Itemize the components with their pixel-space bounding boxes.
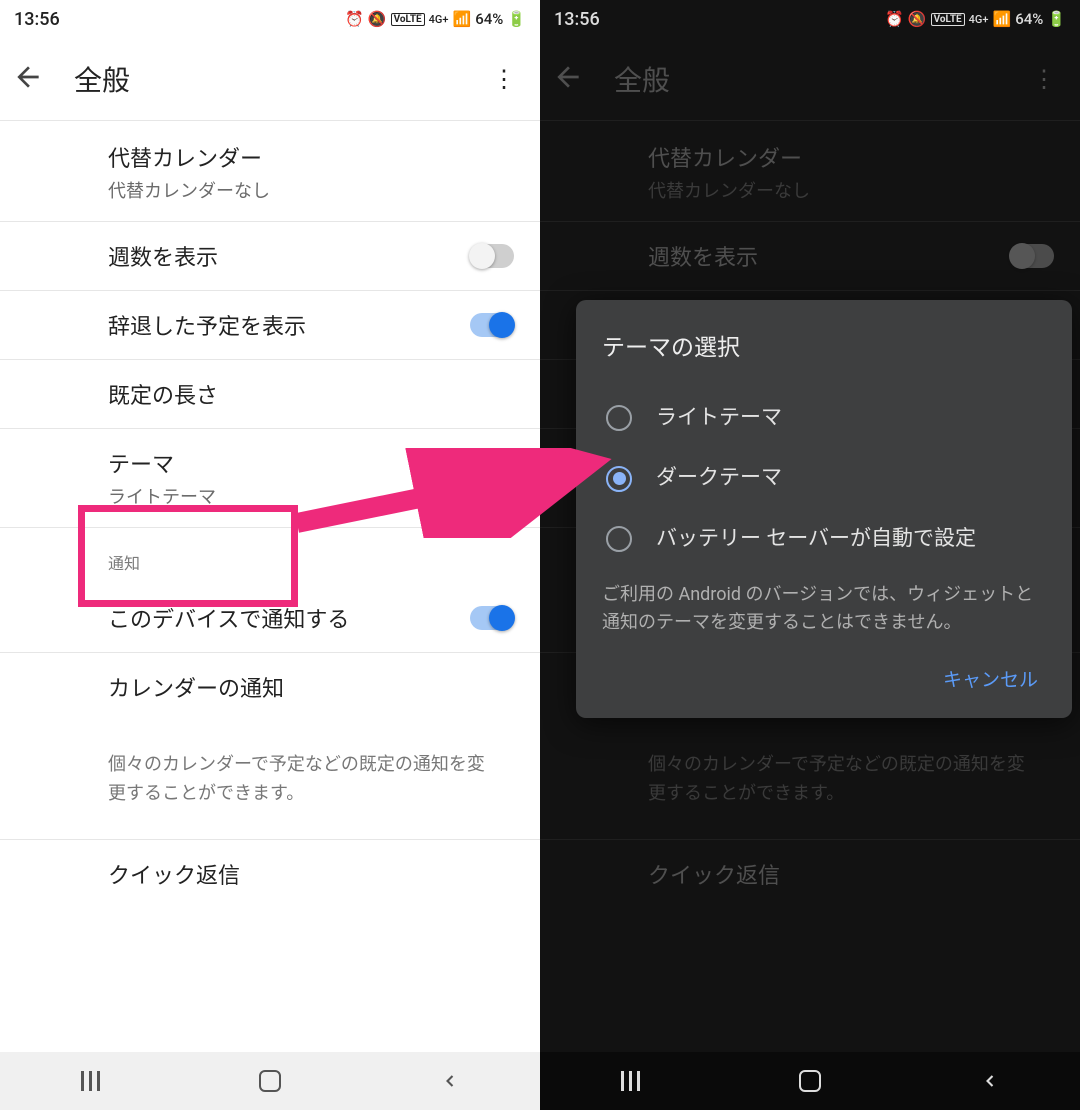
- item-title: クイック返信: [108, 858, 520, 890]
- item-quick-reply[interactable]: クイック返信: [540, 840, 1080, 908]
- phone-light: 13:56 ⏰ 🔕 VoLTE 4G+ 📶 64% 🔋 全般 ⋮ 代替カレンダー…: [0, 0, 540, 1110]
- nav-recent-icon[interactable]: [76, 1067, 104, 1095]
- radio-icon: [606, 466, 632, 492]
- battery-icon: 🔋: [507, 10, 526, 28]
- item-title: クイック返信: [648, 858, 1060, 890]
- toggle-show-declined[interactable]: [470, 313, 514, 337]
- alarm-icon: ⏰: [345, 10, 364, 28]
- page-title: 全般: [74, 59, 480, 99]
- item-subtitle: ライトテーマ: [108, 483, 520, 509]
- item-subtitle: 代替カレンダーなし: [648, 177, 1060, 203]
- item-title: 代替カレンダー: [108, 141, 520, 173]
- radio-icon: [606, 526, 632, 552]
- dialog-note: ご利用の Android のバージョンでは、ウィジェットと通知のテーマを変更する…: [602, 581, 1046, 637]
- more-icon[interactable]: ⋮: [480, 65, 528, 93]
- nav-home-icon[interactable]: [256, 1067, 284, 1095]
- signal-icon: 📶: [993, 10, 1012, 28]
- item-title: 週数を表示: [648, 240, 758, 272]
- battery-icon: 🔋: [1047, 10, 1066, 28]
- radio-option-light[interactable]: ライトテーマ: [602, 388, 1046, 448]
- alarm-icon: ⏰: [885, 10, 904, 28]
- item-title: カレンダーの通知: [108, 671, 520, 703]
- status-icons: ⏰ 🔕 VoLTE 4G+ 📶 64% 🔋: [345, 10, 526, 28]
- footer-note: 個々のカレンダーで予定などの既定の通知を変更することができます。: [540, 721, 1080, 839]
- section-notifications: 通知: [0, 528, 540, 584]
- toggle-device-notify[interactable]: [470, 606, 514, 630]
- item-calendar-notify[interactable]: カレンダーの通知: [0, 653, 540, 721]
- toggle-week-number[interactable]: [1010, 244, 1054, 268]
- clock: 13:56: [14, 9, 60, 30]
- nav-recent-icon[interactable]: [616, 1067, 644, 1095]
- settings-list: 代替カレンダー 代替カレンダーなし 週数を表示 辞退した予定を表示 既定の長さ …: [0, 121, 540, 908]
- radio-option-dark[interactable]: ダークテーマ: [602, 448, 1046, 508]
- cancel-button[interactable]: キャンセル: [935, 659, 1046, 698]
- radio-option-auto[interactable]: バッテリー セーバーが自動で設定: [602, 509, 1046, 569]
- radio-label: ダークテーマ: [656, 464, 782, 492]
- item-show-declined[interactable]: 辞退した予定を表示: [0, 291, 540, 359]
- status-bar: 13:56 ⏰ 🔕 VoLTE 4G+ 📶 64% 🔋: [540, 0, 1080, 38]
- phone-dark: 13:56 ⏰ 🔕 VoLTE 4G+ 📶 64% 🔋 全般 ⋮ 代替カレンダー…: [540, 0, 1080, 1110]
- item-subtitle: 代替カレンダーなし: [108, 177, 520, 203]
- item-title: このデバイスで通知する: [108, 602, 349, 634]
- signal-icon: 📶: [453, 10, 472, 28]
- nav-home-icon[interactable]: [796, 1067, 824, 1095]
- app-header: 全般 ⋮: [540, 38, 1080, 120]
- more-icon[interactable]: ⋮: [1020, 65, 1068, 93]
- network-label: 4G+: [429, 13, 449, 26]
- status-bar: 13:56 ⏰ 🔕 VoLTE 4G+ 📶 64% 🔋: [0, 0, 540, 38]
- item-quick-reply[interactable]: クイック返信: [0, 840, 540, 908]
- nav-back-icon[interactable]: [976, 1067, 1004, 1095]
- item-title: 代替カレンダー: [648, 141, 1060, 173]
- nav-back-icon[interactable]: [436, 1067, 464, 1095]
- network-label: 4G+: [969, 13, 989, 26]
- page-title: 全般: [614, 59, 1020, 99]
- radio-icon: [606, 405, 632, 431]
- app-header: 全般 ⋮: [0, 38, 540, 120]
- item-title: テーマ: [108, 447, 520, 479]
- dialog-title: テーマの選択: [602, 328, 1046, 362]
- back-icon[interactable]: [552, 61, 584, 97]
- item-device-notify[interactable]: このデバイスで通知する: [0, 584, 540, 652]
- item-alt-calendar[interactable]: 代替カレンダー 代替カレンダーなし: [0, 123, 540, 221]
- volte-icon: VoLTE: [391, 13, 425, 26]
- radio-label: ライトテーマ: [656, 404, 782, 432]
- status-icons: ⏰ 🔕 VoLTE 4G+ 📶 64% 🔋: [885, 10, 1066, 28]
- item-title: 既定の長さ: [108, 378, 520, 410]
- nav-bar: [0, 1052, 540, 1110]
- item-title: 辞退した予定を表示: [108, 309, 306, 341]
- back-icon[interactable]: [12, 61, 44, 97]
- battery-label: 64%: [475, 10, 503, 28]
- mute-icon: 🔕: [368, 10, 387, 28]
- item-alt-calendar[interactable]: 代替カレンダー 代替カレンダーなし: [540, 123, 1080, 221]
- clock: 13:56: [554, 9, 600, 30]
- item-default-length[interactable]: 既定の長さ: [0, 360, 540, 428]
- volte-icon: VoLTE: [931, 13, 965, 26]
- item-theme[interactable]: テーマ ライトテーマ: [0, 429, 540, 527]
- item-week-number[interactable]: 週数を表示: [540, 222, 1080, 290]
- mute-icon: 🔕: [908, 10, 927, 28]
- item-title: 週数を表示: [108, 240, 218, 272]
- nav-bar: [540, 1052, 1080, 1110]
- theme-dialog: テーマの選択 ライトテーマ ダークテーマ バッテリー セーバーが自動で設定 ご利…: [576, 300, 1072, 718]
- item-week-number[interactable]: 週数を表示: [0, 222, 540, 290]
- footer-note: 個々のカレンダーで予定などの既定の通知を変更することができます。: [0, 721, 540, 839]
- radio-label: バッテリー セーバーが自動で設定: [656, 525, 976, 553]
- toggle-week-number[interactable]: [470, 244, 514, 268]
- battery-label: 64%: [1015, 10, 1043, 28]
